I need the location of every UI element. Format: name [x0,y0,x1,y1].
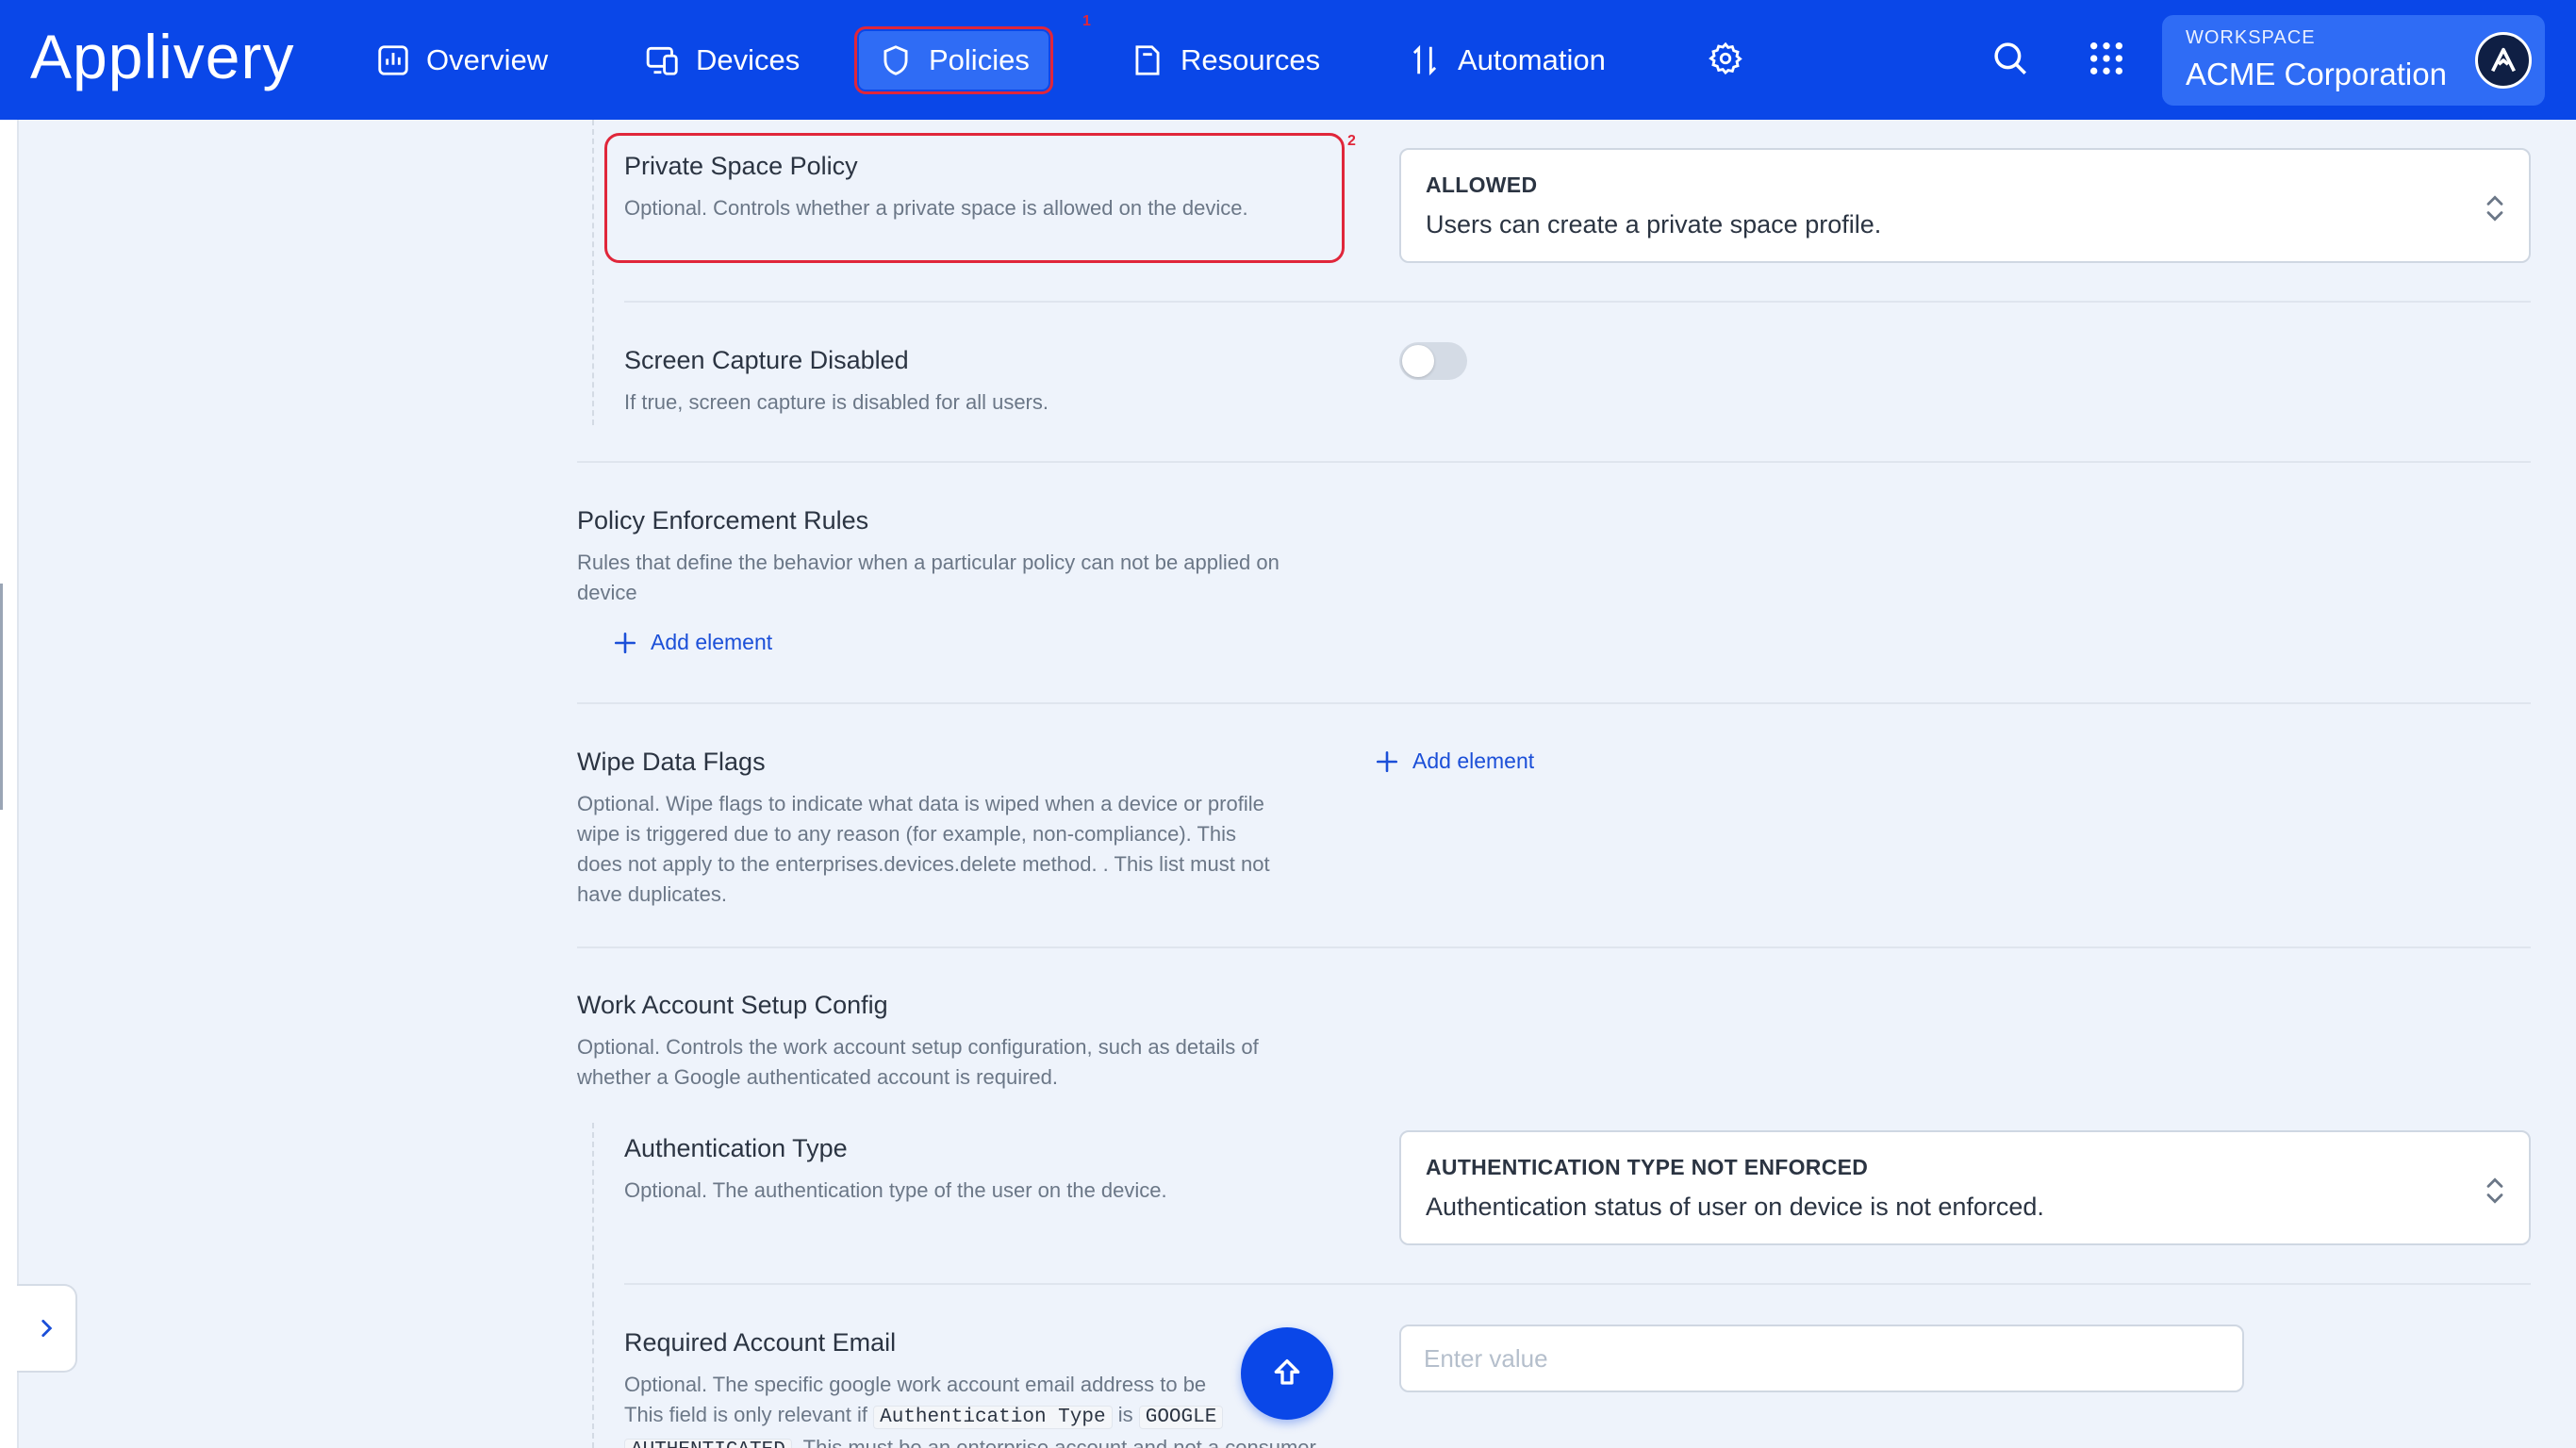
workspace-name: ACME Corporation [2186,57,2447,91]
workspace-label: WORKSPACE [2186,27,2316,48]
scroll-to-top-button[interactable] [1241,1327,1333,1420]
wipe-flags-description: Optional. Wipe flags to indicate what da… [577,789,1270,910]
gear-icon [1709,41,1742,75]
required-email-desc2-mid: is [1117,1403,1133,1426]
devices-icon [646,46,678,75]
nav-devices[interactable]: Devices [645,26,800,94]
work-account-description: Optional. Controls the work account setu… [577,1032,1259,1093]
chevron-updown-icon [2486,1177,2503,1204]
auth-type-select[interactable]: AUTHENTICATION TYPE NOT ENFORCED Authent… [1399,1130,2531,1245]
wipe-flags-description-line4: have duplicates. [577,882,727,906]
private-space-description: Optional. Controls whether a private spa… [624,196,1248,220]
wipe-flags-description-line1: Optional. Wipe flags to indicate what da… [577,792,1264,815]
annotation-badge-1: 1 [1082,13,1091,29]
nav-automation-label: Automation [1458,43,1606,76]
nav-policies-label: Policies [929,43,1030,76]
work-account-title: Work Account Setup Config [577,991,888,1019]
private-space-select-value: Users can create a private space profile… [1426,210,1882,239]
code-authentication-type: Authentication Type [873,1406,1113,1429]
required-email-description-line3: AUTHENTICATED. This must be an enterpris… [624,1433,1316,1448]
required-email-title: Required Account Email [624,1328,897,1357]
auth-type-description: Optional. The authentication type of the… [624,1178,1167,1202]
divider [577,946,2531,948]
code-authenticated: AUTHENTICATED [624,1439,792,1448]
private-space-select[interactable]: ALLOWED Users can create a private space… [1399,148,2531,263]
plus-icon [614,632,636,653]
divider [577,702,2531,704]
work-account-description-line2: whether a Google authenticated account i… [577,1065,1058,1089]
wipe-flags-description-line3: does not apply to the enterprises.device… [577,852,1270,876]
required-email-description: Optional. The specific google work accou… [624,1370,1316,1448]
screen-capture-toggle[interactable] [1399,342,1467,380]
required-email-description-line1: Optional. The specific google work accou… [624,1373,1207,1396]
enforcement-rules-add-label: Add element [651,630,773,654]
nav-automation[interactable]: Automation [1407,26,1606,94]
required-email-desc2-prefix: This field is only relevant if [624,1403,867,1426]
enforcement-rules-description: Rules that define the behavior when a pa… [577,548,1280,608]
search-button[interactable] [1988,36,2033,81]
apps-menu-button[interactable] [2084,36,2129,81]
settings-button[interactable] [1703,36,1748,81]
brand-logo[interactable]: Applivery [30,21,294,92]
private-space-select-label: ALLOWED [1426,173,1538,197]
auth-type-select-label: AUTHENTICATION TYPE NOT ENFORCED [1426,1155,1869,1179]
nav-resources[interactable]: Resources [1130,26,1320,94]
policy-form: 2 Private Space Policy Optional. Control… [0,120,2576,1448]
work-account-description-line1: Optional. Controls the work account setu… [577,1035,1259,1059]
overview-icon [378,45,408,75]
workspace-selector[interactable]: WORKSPACE ACME Corporation [2162,15,2545,106]
auth-type-select-value: Authentication status of user on device … [1426,1193,2044,1221]
chevron-updown-icon [2486,195,2503,222]
private-space-title: Private Space Policy [624,152,858,180]
code-google: GOOGLE [1138,1406,1224,1429]
enforcement-rules-description-line2: device [577,581,637,604]
toggle-knob [1402,345,1434,377]
nav-resources-label: Resources [1181,43,1321,76]
nav-policies[interactable]: Policies [854,26,1053,94]
wipe-flags-add-button[interactable]: Add element [1375,749,1534,774]
wipe-flags-title: Wipe Data Flags [577,748,766,776]
arrow-up-icon [1274,1359,1300,1385]
wipe-flags-add-label: Add element [1412,749,1535,773]
resources-icon [1135,45,1160,75]
auth-type-title: Authentication Type [624,1134,848,1162]
search-icon [1994,42,2026,74]
enforcement-rules-description-line1: Rules that define the behavior when a pa… [577,551,1280,574]
wipe-flags-description-line2: wipe is triggered due to any reason (for… [577,822,1237,846]
nav-overview[interactable]: Overview [375,26,548,94]
required-email-description-line2: This field is only relevant if Authentic… [624,1400,1316,1433]
divider [577,461,2531,463]
workspace-logo-icon [2491,47,2516,73]
nested-group-guide [592,120,594,425]
required-email-desc3-suffix: . This must be an enterprise account and… [791,1436,1316,1448]
automation-icon [1412,44,1437,76]
top-navigation-bar: Applivery Overview Devices Policies 1 Re… [0,0,2576,120]
plus-icon [1376,750,1398,772]
divider [624,1283,2531,1285]
screen-capture-description: If true, screen capture is disabled for … [624,390,1049,414]
required-email-input[interactable] [1399,1325,2244,1392]
enforcement-rules-add-button[interactable]: Add element [613,630,772,655]
annotation-badge-2: 2 [1347,133,1356,149]
divider [624,301,2531,303]
enforcement-rules-title: Policy Enforcement Rules [577,506,869,535]
nav-devices-label: Devices [696,43,801,76]
shield-icon [883,45,908,75]
nav-overview-label: Overview [426,43,549,76]
nested-group-guide [592,1123,594,1448]
workspace-avatar [2475,32,2532,89]
apps-grid-icon [2090,42,2122,74]
screen-capture-title: Screen Capture Disabled [624,346,909,374]
